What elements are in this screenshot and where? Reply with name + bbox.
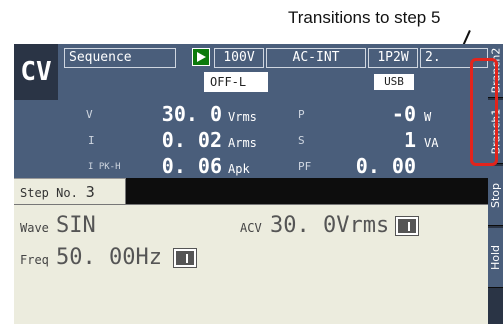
power-label: P — [298, 108, 305, 121]
current-value: 0. 02 — [161, 128, 222, 152]
peak-current-label: I PK-H — [88, 162, 121, 172]
acv-value[interactable]: 30. 0Vrms — [270, 213, 389, 238]
measurement-panel: V 30. 0 Vrms P -0 W I 0. 02 Arms S 1 VA … — [14, 100, 488, 178]
step-settings-panel: Wave SIN ACV 30. 0Vrms Freq 50. 00Hz — [14, 204, 488, 324]
voltage-value: 30. 0 — [161, 102, 222, 126]
measure-row-voltage: V 30. 0 Vrms P -0 W — [14, 102, 488, 126]
voltage-unit: Vrms — [228, 110, 257, 124]
acv-edit-icon[interactable] — [396, 217, 418, 235]
power-unit: W — [424, 110, 432, 124]
apparent-power-label: S — [298, 134, 305, 147]
current-unit: Arms — [228, 136, 257, 150]
annotation-callout-text: Transitions to step 5 — [288, 8, 441, 27]
freq-value[interactable]: 50. 00Hz — [56, 245, 162, 270]
signal-source-label: AC-INT — [266, 48, 366, 68]
step-number-label: Step No. — [20, 186, 78, 200]
apparent-power-unit: VA — [424, 136, 439, 150]
peak-current-unit: Apk — [228, 162, 250, 176]
wave-value[interactable]: SIN — [56, 213, 96, 238]
freq-edit-icon[interactable] — [174, 249, 196, 267]
step-number-tab[interactable]: Step No. 3 — [14, 178, 126, 204]
measure-row-peak-current: I PK-H 0. 06 Apk PF 0. 00 — [14, 154, 488, 178]
power-value: -0 — [391, 102, 416, 126]
wiring-label: 1P2W — [368, 48, 418, 68]
status-bar: CV Sequence 100V AC-INT 1P2W 2. OFF-L US… — [14, 44, 488, 100]
branch1-highlight-frame — [470, 58, 498, 166]
hold-button[interactable]: Hold — [488, 228, 503, 288]
wave-label: Wave — [20, 221, 49, 235]
step-number-value: 3 — [85, 183, 95, 201]
freq-label: Freq — [20, 253, 49, 267]
acv-label: ACV — [240, 221, 262, 235]
stop-button[interactable]: Stop — [488, 166, 503, 226]
power-factor-label: PF — [298, 160, 312, 173]
usb-badge: USB — [374, 74, 414, 90]
power-factor-value: 0. 00 — [355, 154, 416, 178]
instrument-screen: CV Sequence 100V AC-INT 1P2W 2. OFF-L US… — [14, 44, 503, 324]
voltage-range-label: 100V — [214, 48, 264, 68]
play-icon — [192, 48, 210, 66]
voltage-label: V — [86, 108, 93, 121]
mode-indicator: CV — [14, 44, 58, 100]
current-label: I — [88, 134, 95, 147]
sequence-mode-label: Sequence — [64, 48, 176, 68]
measure-row-current: I 0. 02 Arms S 1 VA — [14, 128, 488, 152]
output-state-badge: OFF-L — [204, 72, 268, 92]
peak-current-value: 0. 06 — [161, 154, 222, 178]
apparent-power-value: 1 — [403, 128, 416, 152]
